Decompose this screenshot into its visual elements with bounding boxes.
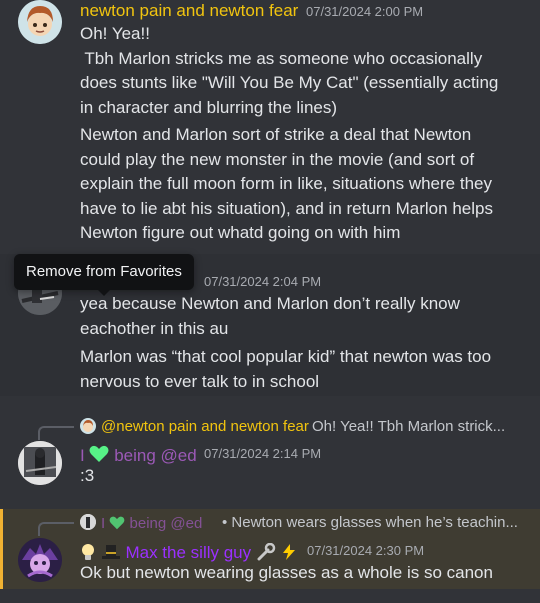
reply-avatar bbox=[80, 514, 96, 530]
author-suffix: being @ed bbox=[114, 446, 197, 465]
mention-highlight-bar bbox=[0, 509, 3, 589]
reply-snippet[interactable]: Oh! Yea!! Tbh Marlon strick... bbox=[312, 418, 505, 435]
message-followup: Newton and Marlon sort of strike a deal … bbox=[80, 123, 535, 246]
message-line: yea because Newton and Marlon don’t real… bbox=[80, 294, 460, 313]
message-timestamp: 07/31/2024 2:30 PM bbox=[307, 543, 425, 558]
message-author[interactable]: newton pain and newton fear bbox=[80, 1, 298, 21]
reply-author-prefix: I bbox=[101, 515, 106, 532]
author-prefix: I bbox=[80, 446, 85, 465]
reply-connector bbox=[38, 426, 74, 440]
message-line: does stunts like "Will You Be My Cat" (e… bbox=[80, 73, 499, 92]
green-heart-icon bbox=[109, 516, 125, 530]
message-author[interactable]: Max the silly guy bbox=[80, 540, 297, 563]
green-heart-icon bbox=[89, 445, 109, 463]
lightning-icon bbox=[281, 543, 297, 561]
message-timestamp: 07/31/2024 2:14 PM bbox=[204, 446, 322, 461]
message-line: could play the new monster in the movie … bbox=[80, 149, 475, 169]
reply-author[interactable]: @newton pain and newton fear bbox=[101, 418, 309, 435]
message-content: :3 bbox=[80, 466, 95, 485]
message-line: in character and blurring the lines) bbox=[80, 97, 338, 117]
message-line: Newton and Marlon sort of strike a deal … bbox=[80, 125, 472, 144]
reply-author-suffix: being @ed bbox=[129, 515, 203, 532]
message-line: have to lie abt his situation), and in r… bbox=[80, 198, 493, 218]
message-timestamp: 07/31/2024 2:00 PM bbox=[306, 4, 424, 19]
wrench-icon bbox=[256, 542, 276, 561]
message-timestamp: 07/31/2024 2:04 PM bbox=[204, 274, 322, 289]
message-line: Tbh Marlon stricks me as someone who occ… bbox=[80, 48, 483, 68]
message-content: Oh! Yea!! Tbh Marlon stricks me as someo… bbox=[80, 22, 530, 120]
message-line: nervous to ever talk to in school bbox=[80, 371, 320, 391]
message-followup: Marlon was “that cool popular kid” that … bbox=[80, 345, 530, 394]
reply-author[interactable]: I being @ed bbox=[101, 514, 202, 532]
message-content: yea because Newton and Marlon don’t real… bbox=[80, 292, 530, 341]
reply-snippet[interactable]: • Newton wears glasses when he’s teachin… bbox=[222, 514, 518, 531]
reply-connector bbox=[38, 522, 74, 536]
max-avatar[interactable] bbox=[18, 538, 62, 582]
message-line: eachother in this au bbox=[80, 318, 229, 338]
message-line: Oh! Yea!! bbox=[80, 24, 150, 43]
newton-avatar[interactable] bbox=[18, 0, 62, 44]
reply-avatar bbox=[80, 418, 96, 434]
ed-avatar[interactable] bbox=[18, 441, 62, 485]
message-line: Newton figure out whatd going on with hi… bbox=[80, 223, 401, 242]
lightbulb-icon bbox=[80, 543, 96, 561]
author-name: Max the silly guy bbox=[125, 543, 252, 562]
message-content: Ok but newton wearing glasses as a whole… bbox=[80, 563, 493, 582]
message-line: Marlon was “that cool popular kid” that … bbox=[80, 347, 492, 366]
message-line: explain the full moon form in like, situ… bbox=[80, 174, 492, 193]
top-hat-icon bbox=[101, 543, 121, 561]
remove-from-favorites-tooltip: Remove from Favorites bbox=[14, 254, 194, 296]
message-author[interactable]: I being @ed bbox=[80, 443, 197, 466]
